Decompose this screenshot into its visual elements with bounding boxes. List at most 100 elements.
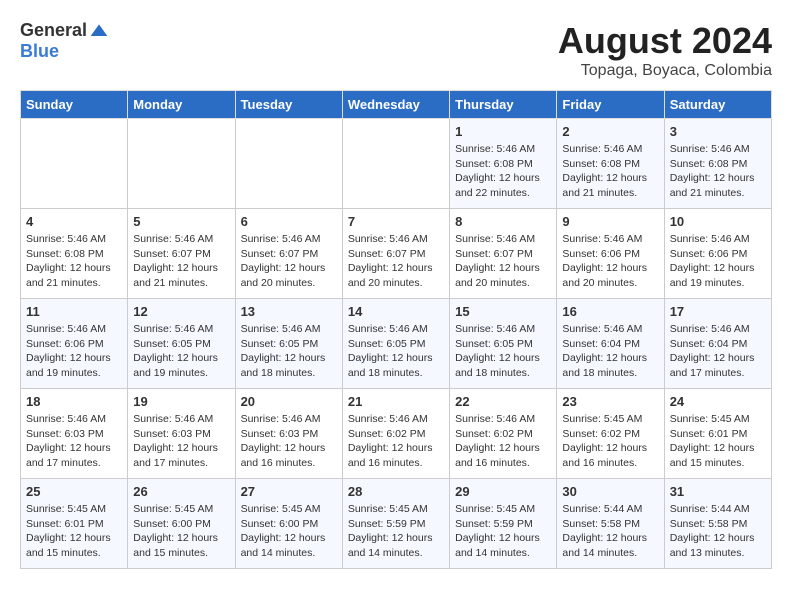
month-year-title: August 2024 bbox=[558, 20, 772, 62]
header-day-sunday: Sunday bbox=[21, 91, 128, 119]
day-number: 6 bbox=[241, 214, 337, 229]
day-info: Sunrise: 5:46 AM Sunset: 6:04 PM Dayligh… bbox=[670, 322, 766, 381]
calendar-cell-27: 27 Sunrise: 5:45 AM Sunset: 6:00 PM Dayli… bbox=[235, 479, 342, 569]
day-info: Sunrise: 5:46 AM Sunset: 6:06 PM Dayligh… bbox=[562, 232, 658, 291]
day-number: 20 bbox=[241, 394, 337, 409]
day-info: Sunrise: 5:46 AM Sunset: 6:07 PM Dayligh… bbox=[455, 232, 551, 291]
day-number: 3 bbox=[670, 124, 766, 139]
day-number: 16 bbox=[562, 304, 658, 319]
calendar-cell-22: 22 Sunrise: 5:46 AM Sunset: 6:02 PM Dayli… bbox=[450, 389, 557, 479]
location-subtitle: Topaga, Boyaca, Colombia bbox=[558, 62, 772, 80]
day-info: Sunrise: 5:46 AM Sunset: 6:06 PM Dayligh… bbox=[26, 322, 122, 381]
day-number: 13 bbox=[241, 304, 337, 319]
day-info: Sunrise: 5:46 AM Sunset: 6:08 PM Dayligh… bbox=[455, 142, 551, 201]
header-row: SundayMondayTuesdayWednesdayThursdayFrid… bbox=[21, 91, 772, 119]
day-number: 21 bbox=[348, 394, 444, 409]
day-info: Sunrise: 5:46 AM Sunset: 6:05 PM Dayligh… bbox=[133, 322, 229, 381]
day-number: 9 bbox=[562, 214, 658, 229]
calendar-cell-25: 25Sunrise: 5:45 AM Sunset: 6:01 PM Dayli… bbox=[21, 479, 128, 569]
day-number: 27 bbox=[241, 484, 337, 499]
day-number: 30 bbox=[562, 484, 658, 499]
calendar-cell-24: 24 Sunrise: 5:45 AM Sunset: 6:01 PM Dayli… bbox=[664, 389, 771, 479]
day-number: 26 bbox=[133, 484, 229, 499]
calendar-cell-7: 7 Sunrise: 5:46 AM Sunset: 6:07 PM Daylig… bbox=[342, 209, 449, 299]
day-number: 31 bbox=[670, 484, 766, 499]
day-info: Sunrise: 5:45 AM Sunset: 5:59 PM Dayligh… bbox=[455, 502, 551, 561]
logo-general: General bbox=[20, 20, 87, 41]
week-row-1: 1Sunrise: 5:46 AM Sunset: 6:08 PM Daylig… bbox=[21, 119, 772, 209]
calendar-cell-16: 16 Sunrise: 5:46 AM Sunset: 6:04 PM Dayli… bbox=[557, 299, 664, 389]
calendar-cell-2: 2 Sunrise: 5:46 AM Sunset: 6:08 PM Daylig… bbox=[557, 119, 664, 209]
header-day-monday: Monday bbox=[128, 91, 235, 119]
calendar-cell-26: 26 Sunrise: 5:45 AM Sunset: 6:00 PM Dayli… bbox=[128, 479, 235, 569]
day-number: 4 bbox=[26, 214, 122, 229]
day-info: Sunrise: 5:46 AM Sunset: 6:04 PM Dayligh… bbox=[562, 322, 658, 381]
day-number: 23 bbox=[562, 394, 658, 409]
day-number: 28 bbox=[348, 484, 444, 499]
day-number: 7 bbox=[348, 214, 444, 229]
day-number: 18 bbox=[26, 394, 122, 409]
calendar-cell-29: 29Sunrise: 5:45 AM Sunset: 5:59 PM Dayli… bbox=[450, 479, 557, 569]
day-info: Sunrise: 5:46 AM Sunset: 6:07 PM Dayligh… bbox=[133, 232, 229, 291]
day-number: 24 bbox=[670, 394, 766, 409]
calendar-cell-19: 19Sunrise: 5:46 AM Sunset: 6:03 PM Dayli… bbox=[128, 389, 235, 479]
day-info: Sunrise: 5:45 AM Sunset: 6:00 PM Dayligh… bbox=[241, 502, 337, 561]
day-info: Sunrise: 5:45 AM Sunset: 6:00 PM Dayligh… bbox=[133, 502, 229, 561]
calendar-table: SundayMondayTuesdayWednesdayThursdayFrid… bbox=[20, 90, 772, 569]
calendar-cell-30: 30 Sunrise: 5:44 AM Sunset: 5:58 PM Dayli… bbox=[557, 479, 664, 569]
calendar-cell-15: 15Sunrise: 5:46 AM Sunset: 6:05 PM Dayli… bbox=[450, 299, 557, 389]
calendar-cell-8: 8 Sunrise: 5:46 AM Sunset: 6:07 PM Daylig… bbox=[450, 209, 557, 299]
calendar-cell-5: 5Sunrise: 5:46 AM Sunset: 6:07 PM Daylig… bbox=[128, 209, 235, 299]
calendar-cell-1: 1Sunrise: 5:46 AM Sunset: 6:08 PM Daylig… bbox=[450, 119, 557, 209]
day-number: 2 bbox=[562, 124, 658, 139]
day-info: Sunrise: 5:44 AM Sunset: 5:58 PM Dayligh… bbox=[670, 502, 766, 561]
header-day-tuesday: Tuesday bbox=[235, 91, 342, 119]
logo-icon bbox=[89, 21, 109, 41]
day-number: 8 bbox=[455, 214, 551, 229]
calendar-cell-28: 28 Sunrise: 5:45 AM Sunset: 5:59 PM Dayli… bbox=[342, 479, 449, 569]
calendar-cell-17: 17 Sunrise: 5:46 AM Sunset: 6:04 PM Dayli… bbox=[664, 299, 771, 389]
calendar-cell-13: 13 Sunrise: 5:46 AM Sunset: 6:05 PM Dayli… bbox=[235, 299, 342, 389]
calendar-cell-21: 21 Sunrise: 5:46 AM Sunset: 6:02 PM Dayli… bbox=[342, 389, 449, 479]
day-info: Sunrise: 5:44 AM Sunset: 5:58 PM Dayligh… bbox=[562, 502, 658, 561]
calendar-cell-23: 23 Sunrise: 5:45 AM Sunset: 6:02 PM Dayli… bbox=[557, 389, 664, 479]
calendar-cell-20: 20 Sunrise: 5:46 AM Sunset: 6:03 PM Dayli… bbox=[235, 389, 342, 479]
calendar-body: 1Sunrise: 5:46 AM Sunset: 6:08 PM Daylig… bbox=[21, 119, 772, 569]
day-info: Sunrise: 5:45 AM Sunset: 5:59 PM Dayligh… bbox=[348, 502, 444, 561]
day-number: 12 bbox=[133, 304, 229, 319]
logo: General Blue bbox=[20, 20, 109, 62]
day-info: Sunrise: 5:46 AM Sunset: 6:03 PM Dayligh… bbox=[133, 412, 229, 471]
week-row-5: 25Sunrise: 5:45 AM Sunset: 6:01 PM Dayli… bbox=[21, 479, 772, 569]
day-info: Sunrise: 5:46 AM Sunset: 6:05 PM Dayligh… bbox=[455, 322, 551, 381]
calendar-cell-empty bbox=[21, 119, 128, 209]
header-day-saturday: Saturday bbox=[664, 91, 771, 119]
day-info: Sunrise: 5:46 AM Sunset: 6:05 PM Dayligh… bbox=[241, 322, 337, 381]
day-info: Sunrise: 5:46 AM Sunset: 6:03 PM Dayligh… bbox=[241, 412, 337, 471]
calendar-cell-11: 11Sunrise: 5:46 AM Sunset: 6:06 PM Dayli… bbox=[21, 299, 128, 389]
calendar-cell-12: 12 Sunrise: 5:46 AM Sunset: 6:05 PM Dayli… bbox=[128, 299, 235, 389]
week-row-4: 18 Sunrise: 5:46 AM Sunset: 6:03 PM Dayli… bbox=[21, 389, 772, 479]
day-info: Sunrise: 5:46 AM Sunset: 6:05 PM Dayligh… bbox=[348, 322, 444, 381]
day-number: 22 bbox=[455, 394, 551, 409]
day-info: Sunrise: 5:46 AM Sunset: 6:07 PM Dayligh… bbox=[348, 232, 444, 291]
calendar-cell-3: 3Sunrise: 5:46 AM Sunset: 6:08 PM Daylig… bbox=[664, 119, 771, 209]
calendar-cell-6: 6Sunrise: 5:46 AM Sunset: 6:07 PM Daylig… bbox=[235, 209, 342, 299]
calendar-cell-empty bbox=[128, 119, 235, 209]
day-number: 25 bbox=[26, 484, 122, 499]
header-day-friday: Friday bbox=[557, 91, 664, 119]
calendar-cell-9: 9 Sunrise: 5:46 AM Sunset: 6:06 PM Daylig… bbox=[557, 209, 664, 299]
calendar-cell-10: 10Sunrise: 5:46 AM Sunset: 6:06 PM Dayli… bbox=[664, 209, 771, 299]
day-info: Sunrise: 5:45 AM Sunset: 6:02 PM Dayligh… bbox=[562, 412, 658, 471]
day-info: Sunrise: 5:46 AM Sunset: 6:08 PM Dayligh… bbox=[562, 142, 658, 201]
page-header: General Blue August 2024 Topaga, Boyaca,… bbox=[20, 20, 772, 80]
header-day-thursday: Thursday bbox=[450, 91, 557, 119]
calendar-cell-31: 31 Sunrise: 5:44 AM Sunset: 5:58 PM Dayli… bbox=[664, 479, 771, 569]
day-info: Sunrise: 5:46 AM Sunset: 6:02 PM Dayligh… bbox=[455, 412, 551, 471]
week-row-2: 4Sunrise: 5:46 AM Sunset: 6:08 PM Daylig… bbox=[21, 209, 772, 299]
day-number: 17 bbox=[670, 304, 766, 319]
week-row-3: 11Sunrise: 5:46 AM Sunset: 6:06 PM Dayli… bbox=[21, 299, 772, 389]
day-info: Sunrise: 5:46 AM Sunset: 6:02 PM Dayligh… bbox=[348, 412, 444, 471]
day-number: 14 bbox=[348, 304, 444, 319]
day-info: Sunrise: 5:45 AM Sunset: 6:01 PM Dayligh… bbox=[670, 412, 766, 471]
header-day-wednesday: Wednesday bbox=[342, 91, 449, 119]
